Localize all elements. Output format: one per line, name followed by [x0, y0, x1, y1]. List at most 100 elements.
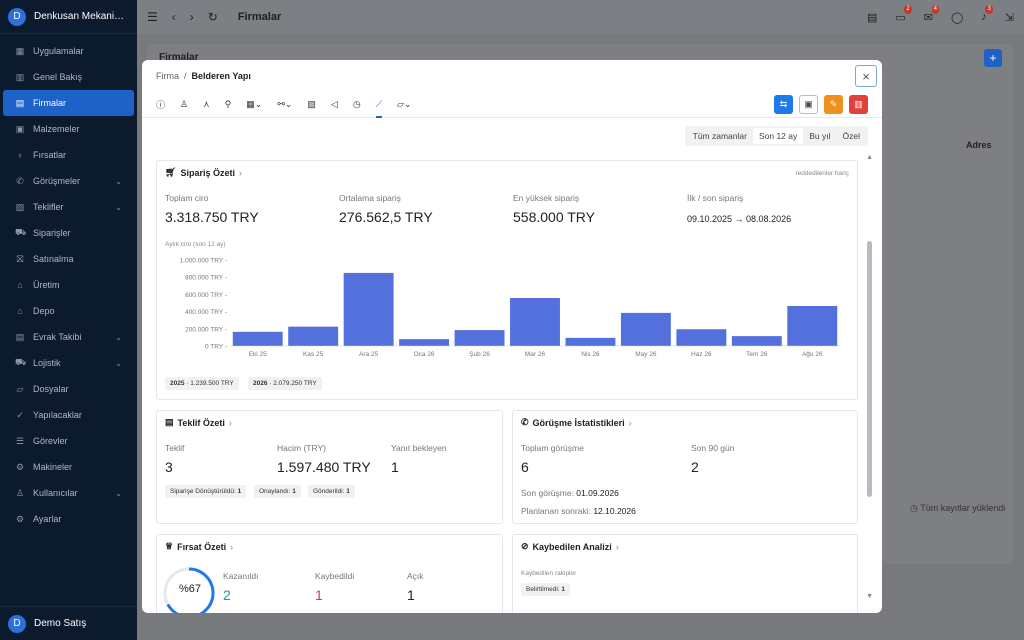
monthly-revenue-chart: 0 TRY - 200.000 TRY - 400.000 TRY - 600.000…	[180, 258, 840, 358]
sidebar-item-0[interactable]: ▦ Uygulamalar	[3, 38, 134, 64]
filter-option-0[interactable]: Tüm zamanlar	[687, 128, 753, 144]
transfer-button[interactable]: ⇆	[774, 95, 793, 114]
history-tab-icon[interactable]: ◷	[353, 92, 361, 118]
quote-chip-converted: Siparişe Dönüştürüldü: 1	[165, 485, 247, 498]
sidebar-item-label: Siparişler	[33, 228, 71, 238]
bar[interactable]	[510, 298, 560, 346]
bell-badge: 3	[985, 5, 993, 14]
sidebar-item-8[interactable]: ⛝ Satınalma	[3, 246, 134, 272]
sidebar-item-9[interactable]: ⌂ Üretim	[3, 272, 134, 298]
sidebar-item-5[interactable]: ✆ Görüşmeler ⌄	[3, 168, 134, 194]
document-icon[interactable]: ▤	[867, 11, 877, 24]
sidebar-item-7[interactable]: ⛟ Siparişler	[3, 220, 134, 246]
scrollbar-thumb[interactable]	[867, 241, 872, 497]
folder-dropdown-icon[interactable]: ▱⌄	[397, 92, 411, 118]
total-revenue-label: Toplam ciro	[165, 193, 209, 203]
background-add-button[interactable]: +	[984, 49, 1002, 67]
close-button[interactable]: ×	[855, 65, 877, 87]
sidebar-item-4[interactable]: ♁ Fırsatlar	[3, 142, 134, 168]
quote-summary-title[interactable]: ▤ Teklif Özeti ›	[165, 417, 232, 428]
sidebar-item-10[interactable]: ⌂ Depo	[3, 298, 134, 324]
doc-tab-icon[interactable]: ▧	[307, 92, 316, 118]
scroll-up-icon[interactable]: ▲	[866, 154, 873, 161]
sidebar-item-12[interactable]: ⛟ Lojistik ⌄	[3, 350, 134, 376]
menu-icon[interactable]: ☰	[147, 10, 158, 24]
bar[interactable]	[454, 330, 505, 346]
order-summary-title[interactable]: 🛒︎ Sipariş Özeti ›	[165, 167, 242, 178]
chat-icon[interactable]: ◯	[951, 11, 963, 24]
quote-chip-approved-value: 1	[292, 488, 296, 495]
company-name: Denkusan Mekanik San...	[34, 11, 129, 22]
back-icon[interactable]: ‹	[172, 10, 176, 24]
table-dropdown-icon[interactable]: ▦⌄	[246, 92, 262, 118]
delete-button[interactable]: ▥	[849, 95, 868, 114]
refresh-icon[interactable]: ↻	[208, 10, 218, 24]
logout-icon[interactable]: ⇲	[1005, 11, 1014, 24]
bar[interactable]	[731, 336, 782, 346]
quote-chip-approved: Onaylandı: 1	[254, 485, 301, 498]
sidebar-item-13[interactable]: ▱ Dosyalar	[3, 376, 134, 402]
info-tab-icon[interactable]: ⓘ	[156, 92, 165, 118]
scroll-down-icon[interactable]: ▼	[866, 593, 873, 600]
bar[interactable]	[676, 329, 727, 346]
filter-option-1[interactable]: Son 12 ay	[752, 128, 804, 144]
hierarchy-tab-icon[interactable]: ♙	[180, 92, 188, 118]
brand[interactable]: D Denkusan Mekanik San...	[0, 0, 137, 34]
edit-button[interactable]: ✎	[824, 95, 843, 114]
quote-summary-card: ▤ Teklif Özeti › Teklif 3 Hacim (TRY) 1.59…	[156, 410, 503, 524]
building-icon: ▤	[15, 97, 25, 108]
sidebar-item-3[interactable]: ▣ Malzemeler	[3, 116, 134, 142]
tree-tab-icon[interactable]: ⋏	[203, 92, 210, 118]
meeting-stats-card: ✆ Görüşme İstatistikleri › Toplam görüşme …	[512, 410, 858, 524]
truck-icon: ⛟	[15, 357, 27, 367]
sidebar-item-label: Teklifler	[33, 202, 64, 212]
sidebar-item-17[interactable]: ♙ Kullanıcılar ⌄	[3, 480, 134, 506]
forward-icon[interactable]: ›	[190, 10, 194, 24]
breadcrumb-separator: /	[184, 71, 187, 81]
bar[interactable]	[620, 312, 671, 346]
x-tick-label: Şub 26	[469, 351, 490, 358]
sidebar-item-label: Uygulamalar	[33, 46, 84, 56]
meeting-recent-value: 2	[691, 459, 699, 475]
year-chip-2025: 2025 · 1.239.500 TRY	[165, 377, 239, 390]
sidebar-item-18[interactable]: ⚙ Ayarlar	[3, 506, 134, 532]
company-avatar: D	[8, 7, 26, 26]
sidebar-item-label: Malzemeler	[33, 124, 80, 134]
sidebar-item-1[interactable]: ▥ Genel Bakış	[3, 64, 134, 90]
mail-icon[interactable]: ✉ 4	[924, 4, 939, 24]
bar[interactable]	[399, 339, 450, 346]
contacts-tab-icon[interactable]: ⚲	[225, 92, 232, 118]
bell-icon[interactable]: ♪ 3	[981, 5, 993, 23]
analytics-tab-icon[interactable]: ⟋	[375, 92, 383, 118]
bulb-icon: ♁	[16, 150, 24, 160]
inbox-icon[interactable]: ▭ 2	[895, 4, 912, 24]
bar[interactable]	[232, 331, 283, 346]
sidebar-item-14[interactable]: ✓ Yapılacaklar	[3, 402, 134, 428]
bar[interactable]	[288, 326, 339, 346]
sidebar-item-11[interactable]: ▤ Evrak Takibi ⌄	[3, 324, 134, 350]
opportunity-summary-title[interactable]: ♕ Fırsat Özeti ›	[165, 541, 233, 552]
sidebar-item-6[interactable]: ▧ Teklifler ⌄	[3, 194, 134, 220]
link-dropdown-icon[interactable]: ⚯⌄	[277, 92, 292, 118]
sidebar-item-16[interactable]: ⚙ Makineler	[3, 454, 134, 480]
trophy-icon: ♕	[165, 541, 174, 551]
sidebar-item-label: Depo	[33, 306, 55, 316]
sidebar-item-15[interactable]: ☰ Görevler	[3, 428, 134, 454]
filter-option-2[interactable]: Bu yıl	[803, 128, 836, 144]
bar[interactable]	[787, 306, 838, 346]
user-menu[interactable]: D Demo Satış	[0, 606, 137, 640]
loss-analysis-title[interactable]: ⊘ Kaybedilen Analizi ›	[521, 541, 619, 552]
announce-tab-icon[interactable]: ◁	[331, 92, 338, 118]
quote-count-label: Teklif	[165, 443, 185, 453]
x-tick-label: May 26	[635, 351, 657, 358]
sidebar-item-2[interactable]: ▤ Firmalar	[3, 90, 134, 116]
bar[interactable]	[343, 272, 394, 346]
save-button[interactable]: ▣	[799, 95, 818, 114]
filter-option-3[interactable]: Özel	[837, 128, 866, 144]
breadcrumb-parent[interactable]: Firma	[156, 71, 179, 81]
bar[interactable]	[565, 337, 616, 346]
y-tick-label: 200.000 TRY -	[185, 326, 227, 333]
meeting-stats-title[interactable]: ✆ Görüşme İstatistikleri ›	[521, 417, 632, 428]
sidebar-item-label: Fırsatlar	[33, 150, 67, 160]
lost-competitors-label: Kaybedilen rakipler	[521, 570, 577, 577]
